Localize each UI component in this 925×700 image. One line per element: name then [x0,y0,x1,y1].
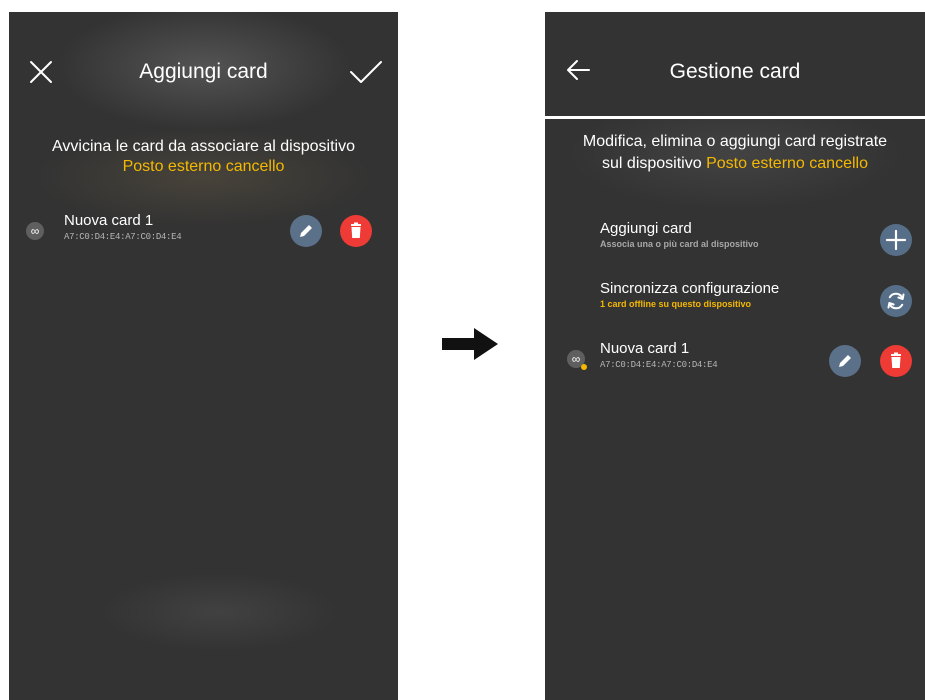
app-header: Gestione card [545,12,925,119]
sync-subtitle: 1 card offline su questo dispositivo [600,299,752,309]
add-card-button[interactable] [880,224,912,256]
card-mac-address: A7:C0:D4:E4:A7:C0:D4:E4 [600,360,718,370]
arrow-right-icon [442,328,498,360]
sync-title: Sincronizza configurazione [600,280,780,297]
description-line2: sul dispositivo Posto esterno cancello [545,154,925,174]
device-name: Posto esterno cancello [122,158,285,175]
sync-configuration-row[interactable]: Sincronizza configurazione 1 card offlin… [545,280,925,320]
card-list-item: ∞ Nuova card 1 A7:C0:D4:E4:A7:C0:D4:E4 [9,212,398,252]
add-card-subtitle: Associa una o più card al dispositivo [600,239,759,249]
delete-card-button[interactable] [340,215,372,247]
delete-card-button[interactable] [880,345,912,377]
add-card-screen: Aggiungi card Avvicina le card da associ… [9,12,398,700]
add-card-row[interactable]: Aggiungi card Associa una o più card al … [545,220,925,260]
device-name: Posto esterno cancello [706,155,868,172]
trash-icon [891,352,901,368]
plus-icon [885,229,907,251]
offline-status-dot [581,364,587,370]
blurred-background [99,572,339,652]
description-prefix: sul dispositivo [602,155,702,172]
instruction-text: Avvicina le card da associare al disposi… [52,138,355,155]
card-name: Nuova card 1 [64,212,154,229]
description-text: Modifica, elimina o aggiungi card regist… [582,133,888,150]
trash-icon [351,222,361,238]
check-icon[interactable] [349,58,383,86]
pencil-icon [300,225,312,237]
card-list-item: ∞ Nuova card 1 A7:C0:D4:E4:A7:C0:D4:E4 [545,340,925,380]
header-glow [9,12,398,232]
page-title: Aggiungi card [139,60,268,83]
page-title: Gestione card [669,60,801,83]
pencil-icon [839,355,851,367]
add-card-title: Aggiungi card [600,220,692,237]
sync-icon [887,292,905,310]
card-mac-address: A7:C0:D4:E4:A7:C0:D4:E4 [64,232,182,242]
edit-card-button[interactable] [290,215,322,247]
card-name: Nuova card 1 [600,340,690,357]
content-area: Modifica, elimina o aggiungi card regist… [545,119,925,700]
edit-card-button[interactable] [829,345,861,377]
sync-button[interactable] [880,285,912,317]
manage-cards-screen: Gestione card Modifica, elimina o aggiun… [545,12,925,700]
infinity-icon: ∞ [26,222,44,240]
